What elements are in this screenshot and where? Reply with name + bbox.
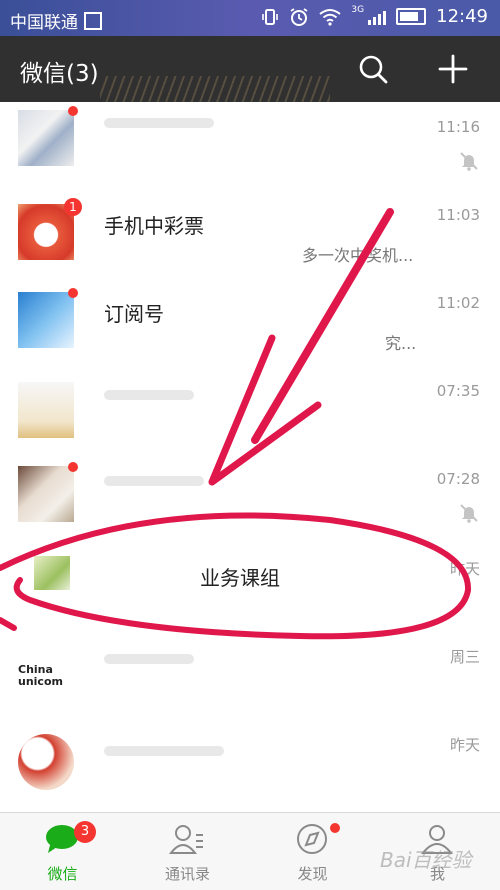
chat-row[interactable]: 业务课组 昨天 (0, 542, 500, 631)
chat-row[interactable]: 11:16 (0, 102, 500, 191)
chat-name: 手机中彩票 (104, 214, 204, 238)
carrier-area: 中国联通 (10, 8, 102, 33)
blurred-name (104, 390, 194, 400)
tab-label: 微信 (47, 865, 78, 883)
chat-preview: 多一次中奖机... (302, 246, 414, 265)
tab-dot (330, 823, 340, 833)
chat-time: 周三 (449, 648, 480, 666)
carrier-name: 中国联通 (10, 13, 78, 33)
status-bar: 中国联通 3G 12:49 (0, 0, 500, 36)
avatar (18, 288, 78, 348)
chat-row[interactable]: 1 手机中彩票 多一次中奖机... 11:03 (0, 190, 500, 279)
clock: 12:49 (436, 6, 488, 27)
blurred-name (104, 654, 194, 664)
chat-row[interactable]: 订阅号 究... 11:02 (0, 278, 500, 367)
chat-time: 07:28 (436, 470, 480, 488)
signal-icon (368, 9, 387, 25)
chat-time: 11:03 (436, 206, 480, 224)
alarm-icon (290, 7, 308, 26)
compass-icon (297, 824, 327, 854)
tab-discover[interactable]: 发现 (250, 813, 375, 890)
avatar-logo-text: China unicom (18, 663, 63, 688)
contacts-icon (169, 825, 203, 854)
network-type: 3G (351, 4, 365, 15)
tab-label: 发现 (297, 865, 328, 883)
chat-time: 昨天 (449, 736, 480, 754)
chat-name: 订阅号 (104, 302, 164, 326)
blurred-name (104, 746, 224, 756)
avatar (18, 382, 74, 438)
tab-contacts[interactable]: 通讯录 (125, 813, 250, 890)
wifi-icon (319, 8, 342, 26)
avatar: China unicom (18, 650, 74, 706)
avatar (18, 106, 78, 166)
blurred-name (104, 476, 204, 486)
battery-icon (396, 8, 427, 25)
fireworks-decoration (100, 76, 330, 102)
page-title: 微信(3) (20, 61, 99, 87)
image-notification-icon (84, 12, 102, 30)
mute-bell-icon (460, 152, 478, 171)
chat-time: 11:16 (436, 118, 480, 136)
search-icon[interactable] (356, 52, 390, 86)
unread-badge: 1 (64, 198, 82, 216)
chat-row[interactable]: 07:35 (0, 366, 500, 455)
watermark: Bai百经验 (380, 848, 472, 872)
mute-bell-icon (460, 504, 478, 523)
chat-row[interactable]: 07:28 (0, 454, 500, 543)
unread-dot (68, 288, 78, 298)
chat-preview: 究... (385, 334, 417, 353)
tab-chats[interactable]: 3 微信 (0, 813, 125, 890)
status-icons: 3G 12:49 (261, 4, 488, 27)
plus-icon[interactable] (436, 52, 470, 86)
vibrate-icon (262, 8, 279, 25)
chat-name: 业务课组 (200, 566, 280, 590)
app-header: 微信(3) (0, 36, 500, 102)
chat-time: 11:02 (436, 294, 480, 312)
chat-row[interactable]: 昨天 (0, 718, 500, 813)
avatar (18, 734, 74, 790)
blurred-name (104, 118, 214, 128)
avatar (18, 462, 78, 522)
chat-time: 07:35 (436, 382, 480, 400)
tab-label: 通讯录 (164, 865, 210, 883)
unread-dot (68, 462, 78, 472)
chat-time: 昨天 (449, 560, 480, 578)
avatar (34, 556, 70, 590)
tab-badge: 3 (74, 821, 96, 843)
chat-row[interactable]: China unicom 周三 (0, 630, 500, 719)
unread-dot (68, 106, 78, 116)
avatar: 1 (18, 198, 82, 260)
